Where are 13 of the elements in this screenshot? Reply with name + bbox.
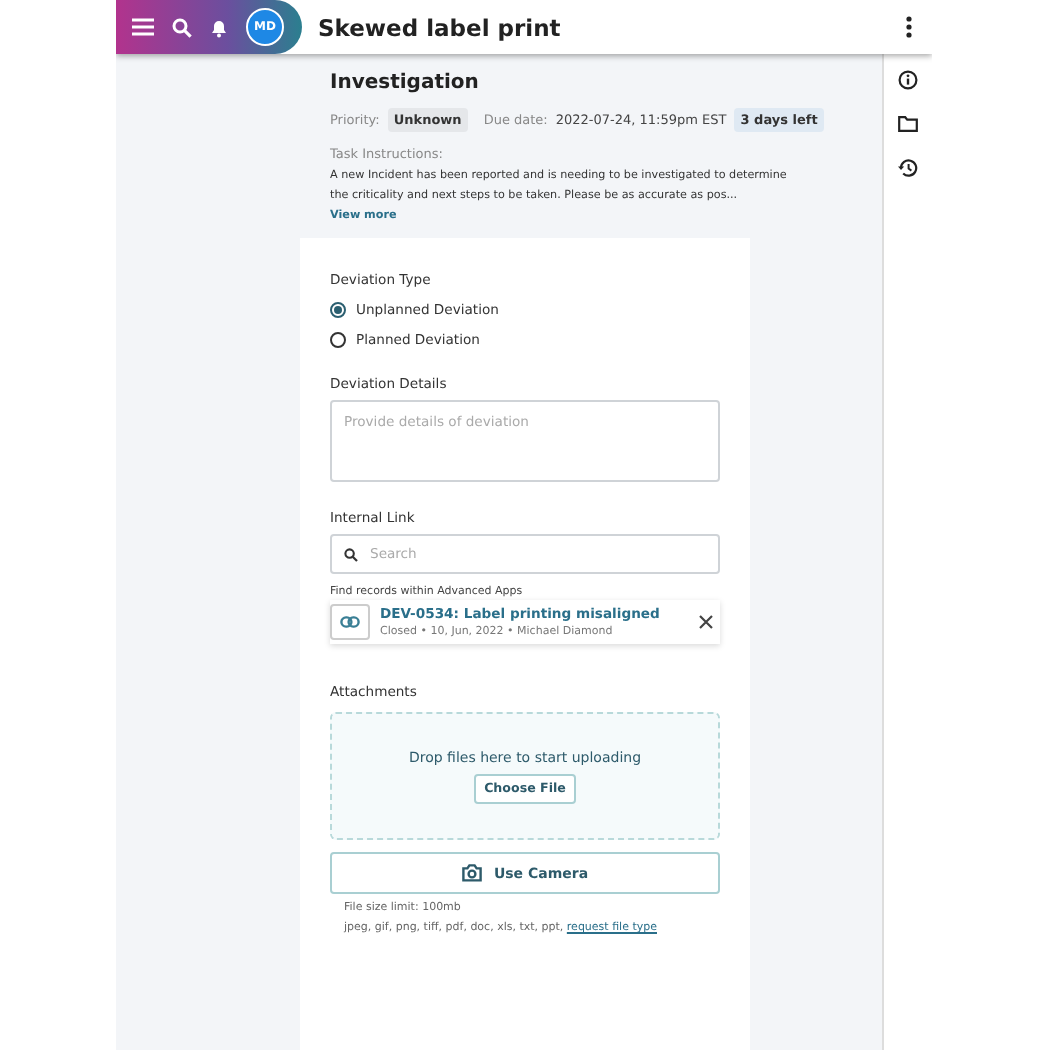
search-icon[interactable]	[172, 17, 192, 37]
history-icon[interactable]	[898, 158, 918, 178]
bell-icon[interactable]	[210, 17, 228, 37]
menu-icon[interactable]	[132, 18, 154, 36]
link-icon	[330, 604, 370, 640]
section-title: Investigation	[330, 72, 481, 94]
info-icon[interactable]	[898, 70, 918, 90]
search-icon	[344, 547, 358, 561]
more-icon[interactable]	[906, 16, 912, 38]
camera-icon	[461, 864, 482, 882]
page-title: Skewed label print	[318, 13, 563, 41]
close-icon[interactable]	[698, 614, 714, 630]
folder-icon[interactable]	[898, 116, 918, 132]
